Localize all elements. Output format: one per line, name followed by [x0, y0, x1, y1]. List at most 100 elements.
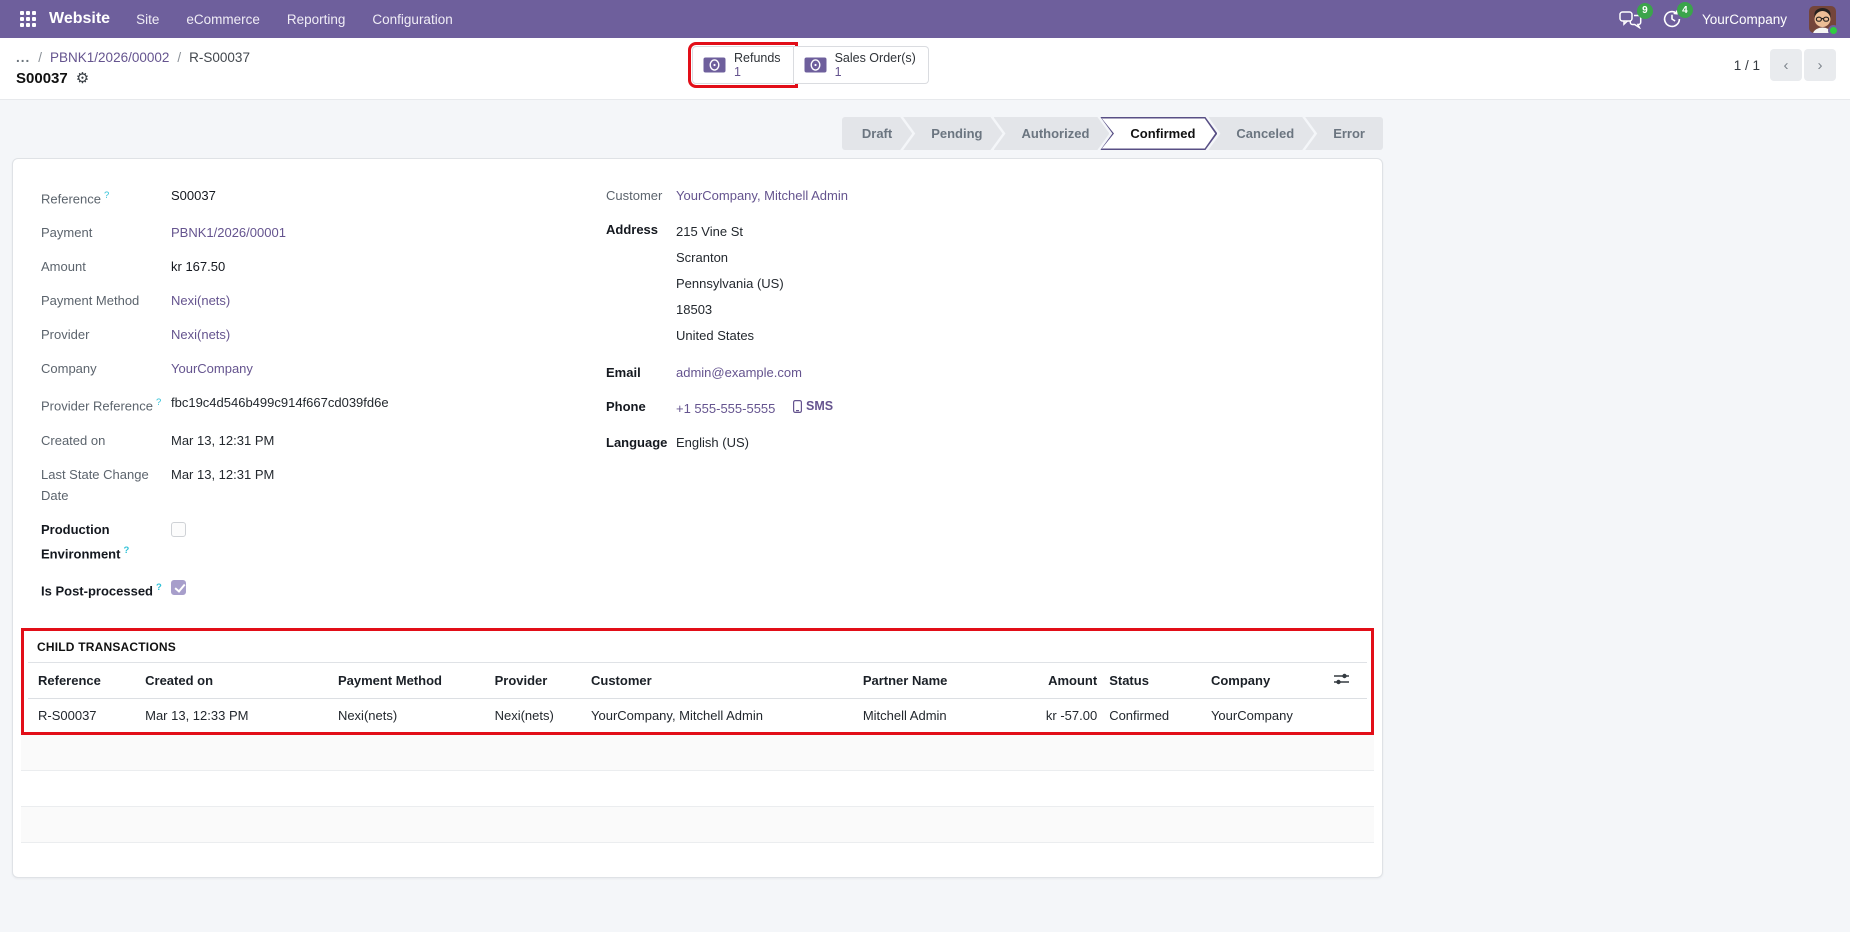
- help-icon[interactable]: ?: [104, 190, 109, 201]
- status-confirmed-active[interactable]: Confirmed: [1100, 117, 1217, 150]
- mobile-phone-icon: [793, 400, 803, 413]
- address-country: United States: [676, 328, 755, 343]
- help-icon[interactable]: ?: [156, 582, 162, 593]
- pager-value: 1 / 1: [1733, 57, 1760, 73]
- field-reference-value[interactable]: S00037: [171, 185, 216, 209]
- field-provider: Provider Nexi(nets): [41, 324, 601, 345]
- payment-link[interactable]: PBNK1/2026/00001: [171, 222, 286, 243]
- activities-badge: 4: [1676, 2, 1693, 18]
- app-name[interactable]: Website: [49, 10, 110, 28]
- field-language: Language English (US): [606, 432, 1366, 453]
- money-bill-icon: [703, 57, 726, 73]
- cell-amount[interactable]: kr -57.00: [993, 699, 1103, 733]
- address-street: 215 Vine St: [676, 224, 743, 239]
- breadcrumb-current: R-S00037: [189, 49, 250, 65]
- help-icon[interactable]: ?: [156, 397, 161, 408]
- status-error[interactable]: Error: [1305, 117, 1383, 150]
- breadcrumb-ellipsis[interactable]: ...: [16, 50, 30, 65]
- status-authorized[interactable]: Authorized: [994, 117, 1110, 150]
- company-switcher[interactable]: YourCompany: [1702, 12, 1787, 27]
- col-company[interactable]: Company: [1204, 663, 1327, 700]
- activities-icon[interactable]: 4: [1662, 2, 1693, 29]
- field-address: Address 215 Vine St Scranton Pennsylvani…: [606, 219, 1366, 349]
- cell-created-on[interactable]: Mar 13, 12:33 PM: [139, 699, 332, 733]
- pager: 1 / 1 ‹ ›: [1734, 49, 1836, 81]
- address-zip: 18503: [676, 302, 713, 317]
- status-canceled[interactable]: Canceled: [1208, 117, 1314, 150]
- child-transactions-section: CHILD TRANSACTIONS Reference Created on …: [21, 628, 1374, 736]
- col-payment-method[interactable]: Payment Method: [331, 663, 489, 700]
- col-created-on[interactable]: Created on: [139, 663, 332, 700]
- gear-icon[interactable]: ⚙: [76, 71, 89, 86]
- col-amount[interactable]: Amount: [993, 663, 1104, 700]
- sms-button[interactable]: SMS: [793, 396, 833, 417]
- field-amount-value[interactable]: kr 167.50: [171, 256, 225, 277]
- field-is-post-processed: Is Post-processed?: [41, 577, 601, 601]
- cell-company[interactable]: YourCompany: [1205, 699, 1327, 733]
- breadcrumb-separator: /: [38, 49, 43, 65]
- menu-site[interactable]: Site: [136, 12, 159, 27]
- cell-payment-method[interactable]: Nexi(nets): [332, 699, 489, 733]
- field-production-environment: Production Environment?: [41, 519, 601, 564]
- statusbar: Draft Pending Authorized Confirmed Cance…: [842, 117, 1383, 150]
- col-partner-name[interactable]: Partner Name: [856, 663, 994, 700]
- provider-reference-value[interactable]: fbc19c4d546b499c914f667cd039fd6e: [171, 392, 389, 416]
- optional-columns-button[interactable]: [1326, 663, 1367, 700]
- customer-link[interactable]: YourCompany, Mitchell Admin: [676, 185, 848, 206]
- status-draft[interactable]: Draft: [842, 117, 912, 150]
- phone-link[interactable]: +1 555-555-5555: [676, 401, 775, 416]
- cell-partner-name[interactable]: Mitchell Admin: [857, 699, 994, 733]
- empty-list-rows: [21, 735, 1374, 877]
- field-company: Company YourCompany: [41, 358, 601, 379]
- company-link[interactable]: YourCompany: [171, 358, 253, 379]
- refunds-button-label: Refunds: [734, 51, 781, 65]
- payment-method-link[interactable]: Nexi(nets): [171, 290, 230, 311]
- col-reference[interactable]: Reference: [28, 663, 140, 700]
- help-icon[interactable]: ?: [123, 545, 129, 556]
- refunds-button[interactable]: Refunds 1: [688, 42, 798, 88]
- last-state-change-value[interactable]: Mar 13, 12:31 PM: [171, 464, 274, 506]
- sales-orders-button-label: Sales Order(s): [834, 51, 916, 65]
- sms-button-label: SMS: [806, 399, 834, 413]
- col-status[interactable]: Status: [1103, 663, 1205, 700]
- field-email: Email admin@example.com: [606, 362, 1366, 383]
- provider-link[interactable]: Nexi(nets): [171, 324, 230, 345]
- breadcrumb-parent-link[interactable]: PBNK1/2026/00002: [50, 50, 169, 65]
- menu-ecommerce[interactable]: eCommerce: [186, 12, 260, 27]
- messages-icon[interactable]: 9: [1619, 2, 1653, 29]
- col-provider[interactable]: Provider: [488, 663, 585, 700]
- cell-customer[interactable]: YourCompany, Mitchell Admin: [585, 699, 857, 733]
- empty-row: [21, 771, 1374, 808]
- language-value[interactable]: English (US): [676, 432, 749, 453]
- table-row[interactable]: R-S00037 Mar 13, 12:33 PM Nexi(nets) Nex…: [28, 699, 1367, 733]
- email-link[interactable]: admin@example.com: [676, 362, 802, 383]
- page-title: S00037: [16, 70, 68, 87]
- user-avatar[interactable]: [1809, 5, 1839, 36]
- created-on-value[interactable]: Mar 13, 12:31 PM: [171, 430, 274, 451]
- menu-configuration[interactable]: Configuration: [372, 12, 452, 27]
- cell-provider[interactable]: Nexi(nets): [489, 699, 585, 733]
- pager-next-button[interactable]: ›: [1804, 49, 1836, 81]
- field-last-state-change: Last State Change Date Mar 13, 12:31 PM: [41, 464, 601, 506]
- address-state: Pennsylvania (US): [676, 276, 784, 291]
- sales-orders-button[interactable]: Sales Order(s) 1: [793, 46, 929, 84]
- sliders-icon: [1333, 674, 1349, 685]
- address-city: Scranton: [676, 250, 729, 265]
- menu-reporting[interactable]: Reporting: [287, 12, 346, 27]
- production-environment-checkbox[interactable]: [171, 521, 186, 537]
- online-status-dot: [1828, 24, 1839, 36]
- money-bill-icon: [804, 57, 827, 73]
- col-customer[interactable]: Customer: [585, 663, 857, 700]
- sales-orders-button-count: 1: [834, 65, 842, 79]
- field-provider-reference: Provider Reference? fbc19c4d546b499c914f…: [41, 392, 601, 416]
- cell-status[interactable]: Confirmed: [1103, 699, 1205, 733]
- child-transactions-title: CHILD TRANSACTIONS: [28, 638, 1367, 664]
- pager-previous-button[interactable]: ‹: [1770, 49, 1802, 81]
- apps-grid-icon[interactable]: [20, 10, 37, 28]
- form-left-column: Reference? S00037 Payment PBNK1/2026/000…: [41, 185, 601, 614]
- empty-row: [21, 735, 1374, 772]
- form-right-column: Customer YourCompany, Mitchell Admin Add…: [601, 185, 1366, 614]
- cell-reference[interactable]: R-S00037: [28, 699, 139, 733]
- status-pending[interactable]: Pending: [903, 117, 1002, 150]
- is-post-processed-checkbox[interactable]: [171, 579, 186, 595]
